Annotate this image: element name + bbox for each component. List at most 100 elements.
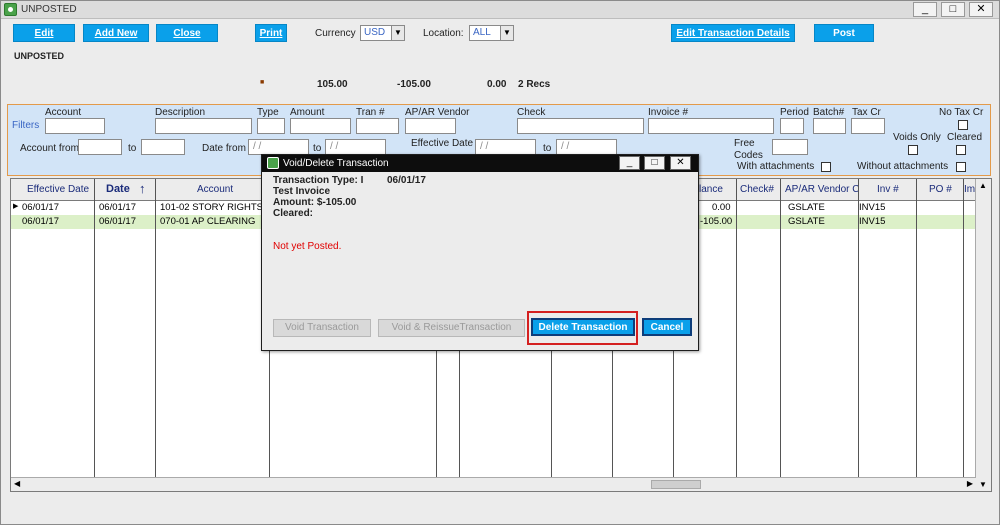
type-filter-input[interactable] xyxy=(257,118,285,134)
record-count: 2 Recs xyxy=(518,79,551,90)
dialog-title: Void/Delete Transaction xyxy=(283,158,389,169)
effective-date-to-input[interactable]: / / xyxy=(556,139,617,155)
cleared-checkbox[interactable] xyxy=(956,145,966,155)
period-filter-input[interactable] xyxy=(780,118,804,134)
col-account[interactable]: Account xyxy=(197,184,233,195)
free-codes-label: Free Codes xyxy=(734,138,763,161)
status-marker: ■ xyxy=(260,79,265,86)
check-filter-input[interactable] xyxy=(517,118,644,134)
effective-date-label: Effective Date xyxy=(411,138,474,149)
add-new-button[interactable]: Add New xyxy=(83,24,149,42)
period-label: Period xyxy=(780,107,809,118)
total-credit: -105.00 xyxy=(397,79,431,90)
account-to-label: to xyxy=(128,143,137,154)
transaction-date: 06/01/17 xyxy=(387,175,426,186)
col-check[interactable]: Check# xyxy=(740,184,774,195)
scroll-right-icon[interactable]: ▶ xyxy=(967,479,973,488)
effective-date-from-input[interactable]: / / xyxy=(475,139,536,155)
cell-vendor: GSLATE xyxy=(788,216,825,227)
description-label: Description xyxy=(155,107,206,118)
date-from-label: Date from xyxy=(202,143,246,154)
cell-vendor: GSLATE xyxy=(788,202,825,213)
dialog-title-bar: Void/Delete Transaction _ □ ✕ xyxy=(262,155,698,172)
minimize-button[interactable]: _ xyxy=(913,2,937,17)
account-to-input[interactable] xyxy=(141,139,185,155)
date-to-input[interactable]: / / xyxy=(325,139,386,155)
vendor-label: AP/AR Vendor xyxy=(405,107,470,118)
cell-inv: INV15 xyxy=(859,202,886,213)
with-attachments-checkbox[interactable] xyxy=(821,162,831,172)
app-icon xyxy=(4,3,17,16)
app-icon xyxy=(267,157,279,169)
free-codes-input[interactable] xyxy=(772,139,808,155)
location-label: Location: xyxy=(423,28,464,39)
edit-transaction-details-button[interactable]: Edit Transaction Details xyxy=(671,24,795,42)
void-reissue-button[interactable]: Void & ReissueTransaction xyxy=(378,319,525,337)
tax-cr-label: Tax Cr xyxy=(852,107,881,118)
total-debit: 105.00 xyxy=(317,79,348,90)
dropdown-arrow-icon: ▼ xyxy=(500,26,513,40)
col-po[interactable]: PO # xyxy=(929,184,952,195)
delete-transaction-button[interactable]: Delete Transaction xyxy=(531,318,635,336)
close-window-button[interactable]: ✕ xyxy=(969,2,993,17)
col-vendor[interactable]: AP/AR Vendor C xyxy=(785,184,859,195)
column-divider xyxy=(551,349,552,477)
vendor-filter-input[interactable] xyxy=(405,118,456,134)
date-from-input[interactable]: / / xyxy=(248,139,309,155)
without-attachments-checkbox[interactable] xyxy=(956,162,966,172)
dialog-maximize-button[interactable]: □ xyxy=(644,156,665,170)
currency-label: Currency xyxy=(315,28,356,39)
account-filter-input[interactable] xyxy=(45,118,105,134)
voids-only-checkbox[interactable] xyxy=(908,145,918,155)
sort-asc-icon: ↑ xyxy=(139,181,146,196)
invoice-filter-input[interactable] xyxy=(648,118,774,134)
cleared-label: Cleared xyxy=(947,132,983,143)
col-effective-date[interactable]: Effective Date xyxy=(27,184,89,195)
account-from-input[interactable] xyxy=(78,139,122,155)
filters-title: Filters xyxy=(12,120,40,131)
invoice-label: Invoice # xyxy=(648,107,689,118)
column-divider xyxy=(612,349,613,477)
cancel-button[interactable]: Cancel xyxy=(642,318,692,336)
column-divider xyxy=(155,179,156,477)
cell-balance: -105.00 xyxy=(700,216,733,227)
tran-filter-input[interactable] xyxy=(356,118,399,134)
batch-filter-input[interactable] xyxy=(813,118,846,134)
print-button[interactable]: Print xyxy=(255,24,287,42)
close-button[interactable]: Close xyxy=(156,24,218,42)
scroll-thumb[interactable] xyxy=(651,480,701,489)
dialog-minimize-button[interactable]: _ xyxy=(619,156,640,170)
currency-select[interactable]: USD ▼ xyxy=(360,25,405,41)
post-button[interactable]: Post xyxy=(814,24,874,42)
col-date[interactable]: Date xyxy=(106,183,130,195)
check-label: Check xyxy=(517,107,546,118)
col-image[interactable]: Im xyxy=(964,184,975,195)
column-divider xyxy=(916,179,917,477)
amount-filter-input[interactable] xyxy=(290,118,351,134)
col-balance[interactable]: lance xyxy=(699,184,723,195)
scroll-up-icon[interactable]: ▲ xyxy=(979,181,987,190)
horizontal-scrollbar[interactable]: ◀ ▶ xyxy=(11,477,976,491)
void-delete-dialog: Void/Delete Transaction _ □ ✕ Transactio… xyxy=(261,154,699,351)
cell-account: 070-01 AP CLEARING xyxy=(160,216,256,227)
col-inv[interactable]: Inv # xyxy=(877,184,899,195)
no-tax-cr-checkbox[interactable] xyxy=(958,120,968,130)
vertical-scrollbar[interactable]: ▲ ▼ xyxy=(975,179,991,491)
tax-cr-filter-input[interactable] xyxy=(851,118,885,134)
account-from-label: Account from xyxy=(20,143,79,154)
transaction-amount: Amount: $-105.00 xyxy=(273,197,357,208)
maximize-button[interactable]: □ xyxy=(941,2,965,17)
location-select[interactable]: ALL ▼ xyxy=(469,25,514,41)
void-transaction-button[interactable]: Void Transaction xyxy=(273,319,371,337)
cell-effective-date: 06/01/17 xyxy=(22,216,59,227)
cell-inv: INV15 xyxy=(859,216,886,227)
cell-date: 06/01/17 xyxy=(99,216,136,227)
total-balance: 0.00 xyxy=(487,79,507,90)
no-tax-cr-label: No Tax Cr xyxy=(939,107,984,118)
scroll-down-icon[interactable]: ▼ xyxy=(979,480,987,489)
description-filter-input[interactable] xyxy=(155,118,252,134)
edit-button[interactable]: Edit xyxy=(13,24,75,42)
column-divider xyxy=(780,179,781,477)
scroll-left-icon[interactable]: ◀ xyxy=(14,479,20,488)
dialog-close-button[interactable]: ✕ xyxy=(670,156,691,170)
